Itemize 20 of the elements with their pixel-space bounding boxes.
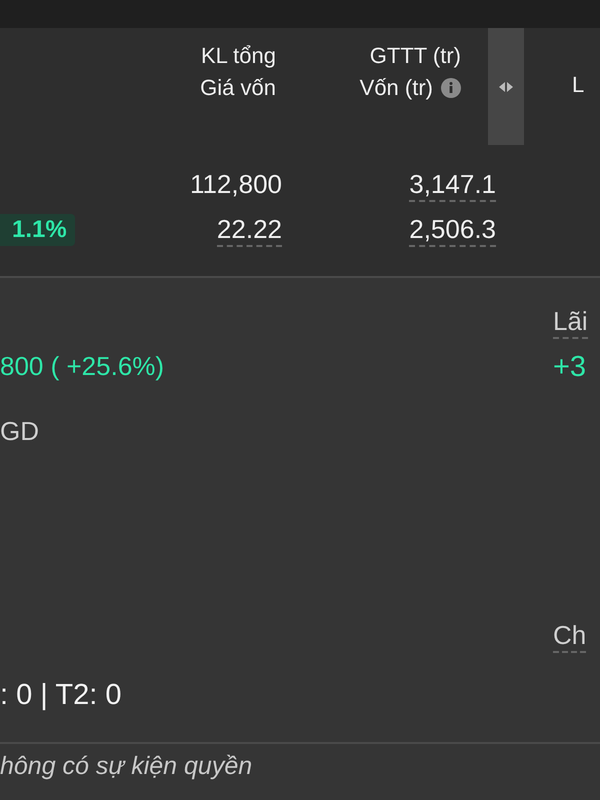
detail-text: GD bbox=[0, 416, 39, 447]
column-header: Vốn (tr) bbox=[360, 74, 433, 102]
left-right-arrows-icon bbox=[498, 82, 514, 92]
change-badge: 1.1% bbox=[0, 214, 75, 246]
column-header: GTTT (tr) bbox=[370, 42, 461, 70]
info-icon[interactable] bbox=[441, 78, 461, 98]
detail-text: Ch bbox=[553, 620, 586, 653]
column-header: L bbox=[572, 72, 584, 98]
table-cell: 2,506.3 bbox=[409, 212, 496, 246]
table-cell: 22.22 bbox=[216, 212, 282, 246]
detail-text: Lãi bbox=[553, 306, 588, 339]
detail-text: : 0 | T2: 0 bbox=[0, 679, 122, 712]
events-note: hông có sự kiện quyền bbox=[0, 752, 252, 780]
table-cell: 3,147.1 bbox=[409, 168, 496, 202]
detail-text: +3 bbox=[553, 351, 586, 384]
column-resize-handle[interactable] bbox=[488, 28, 524, 145]
table-cell-text: 112,800 bbox=[190, 168, 282, 200]
column-header: KL tổng bbox=[200, 42, 276, 70]
detail-text: 800 ( +25.6%) bbox=[0, 351, 164, 382]
column-header: Giá vốn bbox=[200, 74, 276, 102]
